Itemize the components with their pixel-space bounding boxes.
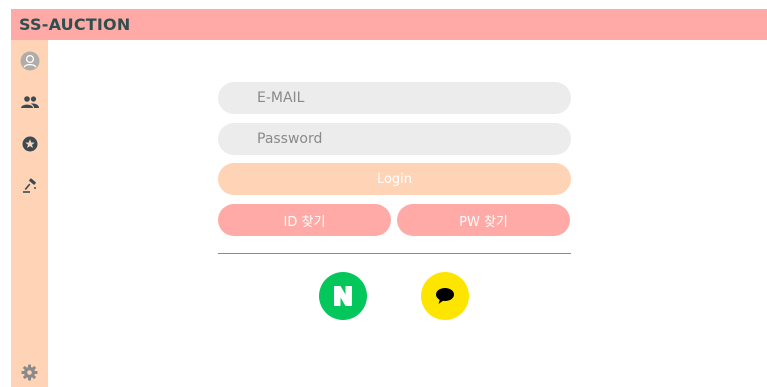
naver-login-button[interactable] — [319, 272, 367, 320]
password-input[interactable] — [218, 123, 571, 155]
find-pw-button[interactable]: PW 찾기 — [397, 204, 570, 236]
find-id-button[interactable]: ID 찾기 — [218, 204, 391, 236]
sidebar-item-settings[interactable] — [11, 359, 48, 385]
auction-gavel-icon — [22, 178, 36, 193]
naver-logo-icon — [334, 286, 352, 306]
user-avatar-icon — [20, 51, 39, 71]
divider — [218, 253, 571, 254]
sidebar-item-users[interactable] — [11, 89, 48, 115]
gear-icon — [21, 364, 38, 380]
sidebar-item-auction[interactable] — [11, 173, 48, 199]
app-header: SS-AUCTION — [11, 9, 767, 40]
kakao-login-button[interactable] — [421, 272, 469, 320]
app-root: SS-AUCTION E-MAIL Login ID 찾기 PW 찾기 — [0, 0, 767, 387]
star-badge-icon — [22, 136, 37, 152]
people-icon — [20, 96, 39, 108]
app-title: SS-AUCTION — [19, 15, 131, 34]
login-button[interactable]: Login — [218, 163, 571, 195]
sidebar-item-favorites[interactable] — [11, 131, 48, 157]
sidebar — [11, 40, 48, 387]
speech-bubble-icon — [436, 288, 454, 304]
sidebar-item-profile[interactable] — [11, 48, 48, 74]
email-input[interactable] — [218, 82, 571, 114]
